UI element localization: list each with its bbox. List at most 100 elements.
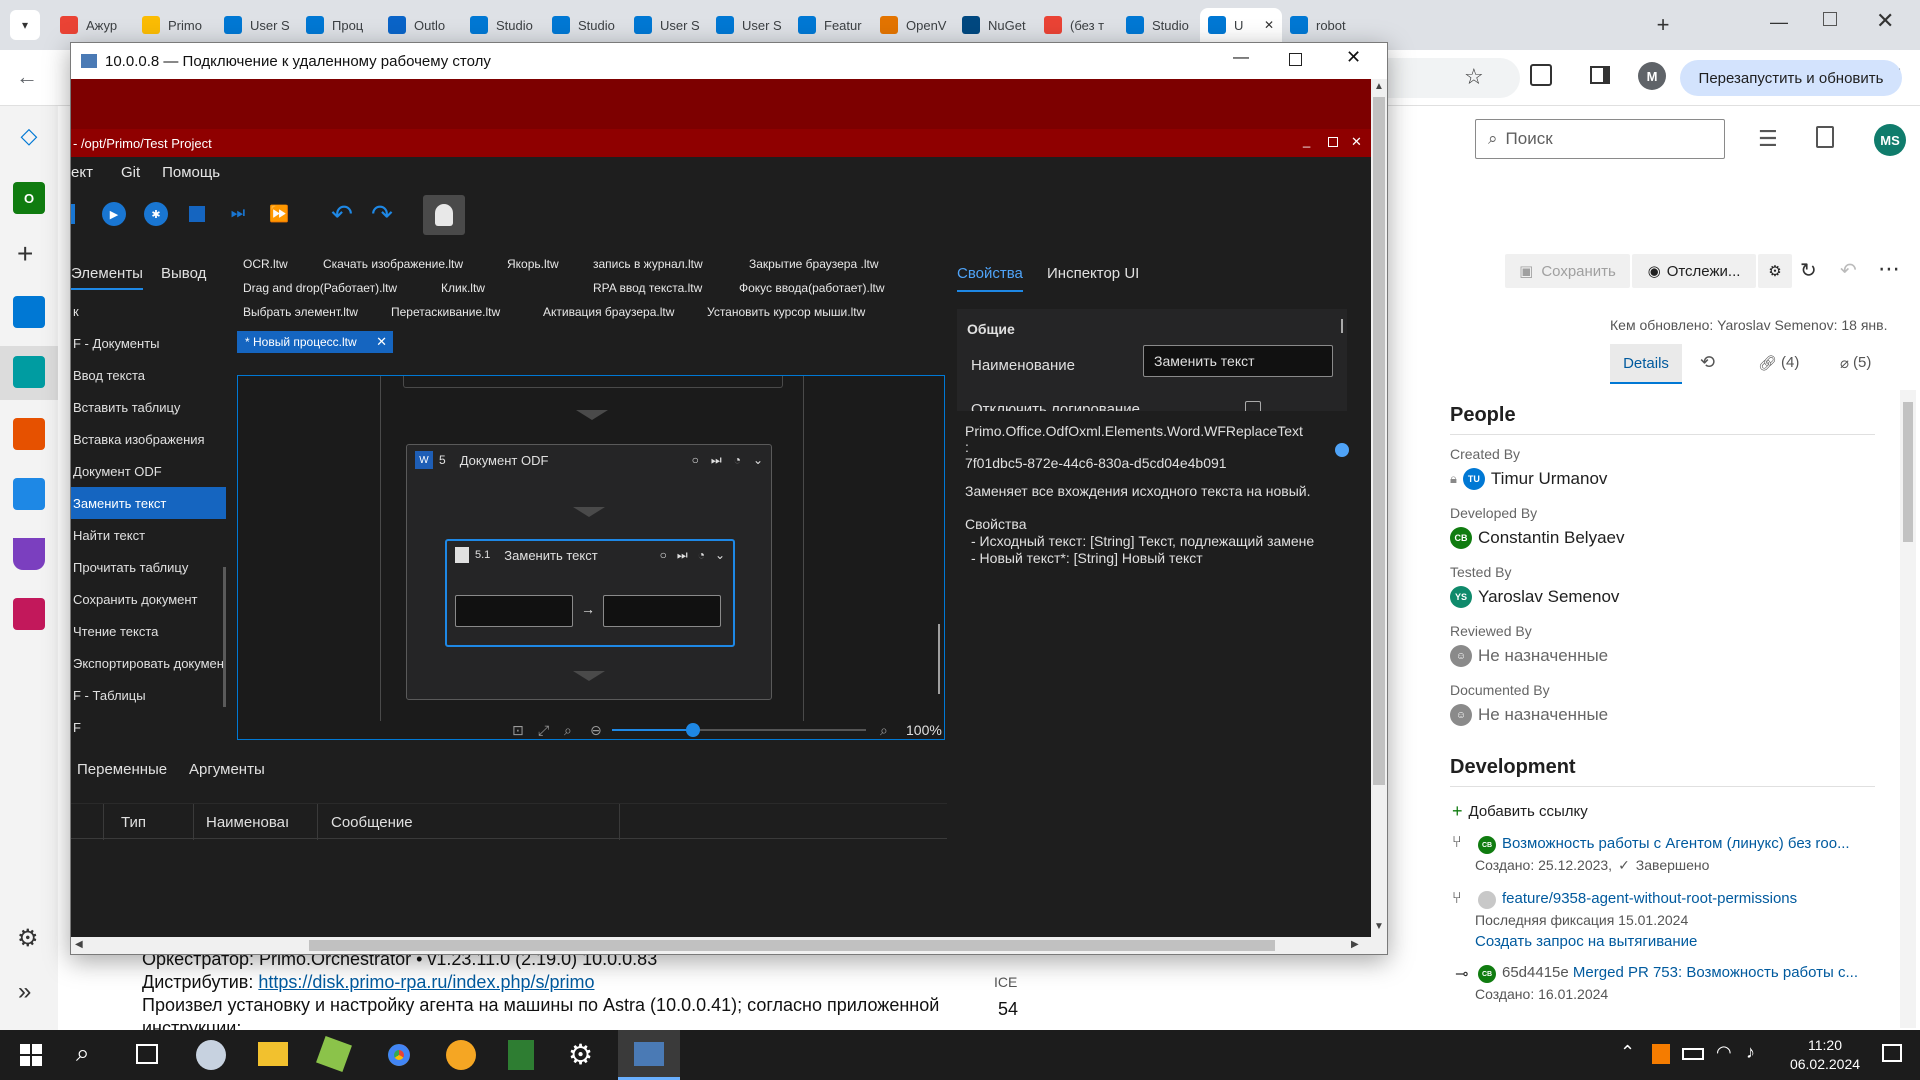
scroll-right-icon[interactable]: ▶ — [1351, 939, 1359, 950]
file-tab[interactable]: Якорь.ltw — [507, 257, 559, 271]
undo-icon[interactable]: ↶ — [327, 199, 357, 229]
undo-icon[interactable]: ↶ — [1840, 258, 1857, 283]
rdp-vscroll-thumb[interactable] — [1373, 97, 1385, 785]
refresh-icon[interactable]: ↻ — [1800, 258, 1817, 283]
settings-button[interactable]: ⚙ — [1758, 254, 1792, 288]
clock[interactable]: 11:20 06.02.2024 — [1780, 1036, 1870, 1074]
zoom-slider[interactable] — [612, 723, 866, 737]
file-tab[interactable]: Выбрать элемент.ltw — [243, 305, 358, 319]
activity-odf-document[interactable]: W 5 Документ ODF ○ ⏭ ◔ ⌄ 5.1 Заменить те… — [406, 444, 772, 700]
col-type[interactable]: Тип — [121, 814, 146, 831]
expand-icon[interactable]: ⤢ — [538, 722, 549, 739]
scroll-left-icon[interactable]: ◀ — [75, 939, 83, 950]
browser-tab[interactable]: NuGet — [954, 8, 1036, 42]
file-tab[interactable]: запись в журнал.ltw — [593, 257, 703, 271]
element-list-item[interactable]: Прочитать таблицу — [71, 551, 226, 583]
menu-git[interactable]: Git — [121, 164, 140, 181]
continue-icon[interactable]: ⏩ — [264, 199, 294, 229]
ghost-mode-button[interactable] — [423, 195, 465, 235]
wifi-icon[interactable]: ◠ — [1716, 1042, 1732, 1063]
more-actions-icon[interactable]: ⋯ — [1878, 256, 1900, 282]
ide-maximize-icon[interactable] — [1328, 137, 1338, 147]
ide-close-icon[interactable]: ✕ — [1351, 134, 1362, 150]
browser-tab[interactable]: Featur — [790, 8, 872, 42]
active-file-tab[interactable]: * Новый процесс.ltw ✕ — [237, 331, 393, 353]
element-list-item[interactable]: Ввод текста — [71, 359, 226, 391]
help-info-icon[interactable] — [1335, 443, 1349, 457]
tab-details[interactable]: Details — [1610, 344, 1682, 384]
close-tab-icon[interactable]: ✕ — [376, 334, 387, 350]
zoom-out-icon[interactable]: ⊖ — [590, 722, 602, 739]
artifacts-icon[interactable] — [13, 598, 45, 630]
tray-app-icon[interactable] — [1652, 1044, 1670, 1064]
settings-app-icon[interactable]: ⚙ — [568, 1038, 593, 1071]
rdp-hscroll-thumb[interactable] — [309, 940, 1275, 951]
repos-icon[interactable] — [13, 418, 45, 450]
step-over-icon[interactable]: ⏭ — [223, 199, 253, 229]
minimize-browser-icon[interactable]: — — [1770, 12, 1788, 33]
extensions-icon[interactable] — [1530, 64, 1552, 86]
file-tab[interactable]: RPA ввод текста.ltw — [593, 281, 702, 295]
maximize-browser-icon[interactable] — [1823, 12, 1837, 26]
tab-search-button[interactable]: ▾ — [10, 10, 40, 40]
rdp-app-taskbar[interactable] — [618, 1030, 680, 1080]
element-list-item[interactable]: Экспортировать документ — [71, 647, 226, 679]
file-tab[interactable]: Закрытие браузера .ltw — [749, 257, 879, 271]
scroll-down-icon[interactable]: ▼ — [1374, 921, 1384, 932]
browser-tab[interactable]: User S — [708, 8, 790, 42]
menu-help[interactable]: Помощь — [162, 164, 220, 181]
user-avatar[interactable]: MS — [1874, 124, 1906, 156]
comment-icon[interactable]: ◔ — [734, 453, 741, 468]
overview-icon[interactable] — [13, 296, 45, 328]
browser-tab[interactable]: Studio — [1118, 8, 1200, 42]
profile-avatar[interactable]: M — [1638, 62, 1666, 90]
ado-search-input[interactable]: ⌕ Поиск — [1475, 119, 1725, 159]
start-icon[interactable] — [20, 1044, 42, 1066]
run-icon[interactable]: ▶ — [99, 199, 129, 229]
breakpoint-icon[interactable]: ○ — [660, 548, 667, 563]
file-tab[interactable]: Перетаскивание.ltw — [391, 305, 500, 319]
tab-elements[interactable]: Элементы — [71, 265, 143, 290]
paint-app-icon[interactable] — [196, 1040, 226, 1070]
browser-tab[interactable]: Primo — [134, 8, 216, 42]
tab-attachments[interactable]: ⌀ (5) — [1840, 354, 1871, 372]
close-tab-icon[interactable]: ✕ — [1264, 18, 1274, 32]
file-explorer-icon[interactable] — [258, 1042, 288, 1066]
tab-variables[interactable]: Переменные — [77, 761, 167, 778]
element-list-item[interactable]: F - Документы — [71, 327, 226, 359]
element-list-item[interactable]: Вставить таблицу — [71, 391, 226, 423]
add-link-button[interactable]: + Добавить ссылку — [1452, 801, 1588, 822]
volume-icon[interactable]: ♪ — [1746, 1042, 1755, 1063]
file-tab[interactable]: Установить курсор мыши.ltw — [707, 305, 865, 319]
element-list-item[interactable]: Найти текст — [71, 519, 226, 551]
step-icon[interactable]: ⏭ — [677, 548, 688, 563]
developed-by-field[interactable]: CB Constantin Belyaev — [1450, 527, 1624, 549]
dev-item-3-link[interactable]: 65d4415e Merged PR 753: Возможность рабо… — [1502, 964, 1858, 981]
zoom-slider-thumb[interactable] — [686, 723, 701, 737]
element-list-item[interactable]: Сохранить документ — [71, 583, 226, 615]
browser-tab[interactable]: Studio — [544, 8, 626, 42]
app-icon-sheet[interactable] — [508, 1040, 534, 1070]
project-settings-icon[interactable]: ⚙ — [17, 924, 39, 953]
browser-tab[interactable]: Ажур — [52, 8, 134, 42]
props-scroll[interactable] — [1341, 319, 1343, 333]
dev-item-2-link[interactable]: feature/9358-agent-without-root-permissi… — [1502, 890, 1797, 907]
element-list-item[interactable]: Документ ODF — [71, 455, 226, 487]
ide-minimize-icon[interactable]: _ — [1303, 133, 1310, 148]
bookmark-star-icon[interactable]: ☆ — [1464, 64, 1484, 90]
history-icon[interactable]: ⟲ — [1700, 352, 1715, 373]
file-tab[interactable]: Скачать изображение.ltw — [323, 257, 463, 271]
browser-tab[interactable]: OpenV — [872, 8, 954, 42]
browser-tab[interactable]: robot — [1282, 8, 1364, 42]
collapse-nav-icon[interactable]: » — [18, 978, 31, 1006]
org-icon[interactable]: O — [13, 182, 45, 214]
chrome-icon[interactable] — [384, 1040, 414, 1070]
browser-tab[interactable]: Studio — [462, 8, 544, 42]
element-list-item[interactable]: F - Таблицы — [71, 679, 226, 711]
search-icon[interactable]: ⌕ — [76, 1040, 89, 1068]
rdp-maximize-icon[interactable] — [1289, 53, 1302, 66]
distribution-link[interactable]: https://disk.primo-rpa.ru/index.php/s/pr… — [258, 972, 594, 992]
col-name[interactable]: Наименоваı — [206, 814, 289, 831]
name-input[interactable]: Заменить текст — [1143, 345, 1333, 377]
collapse-icon[interactable]: ⌄ — [715, 548, 725, 563]
